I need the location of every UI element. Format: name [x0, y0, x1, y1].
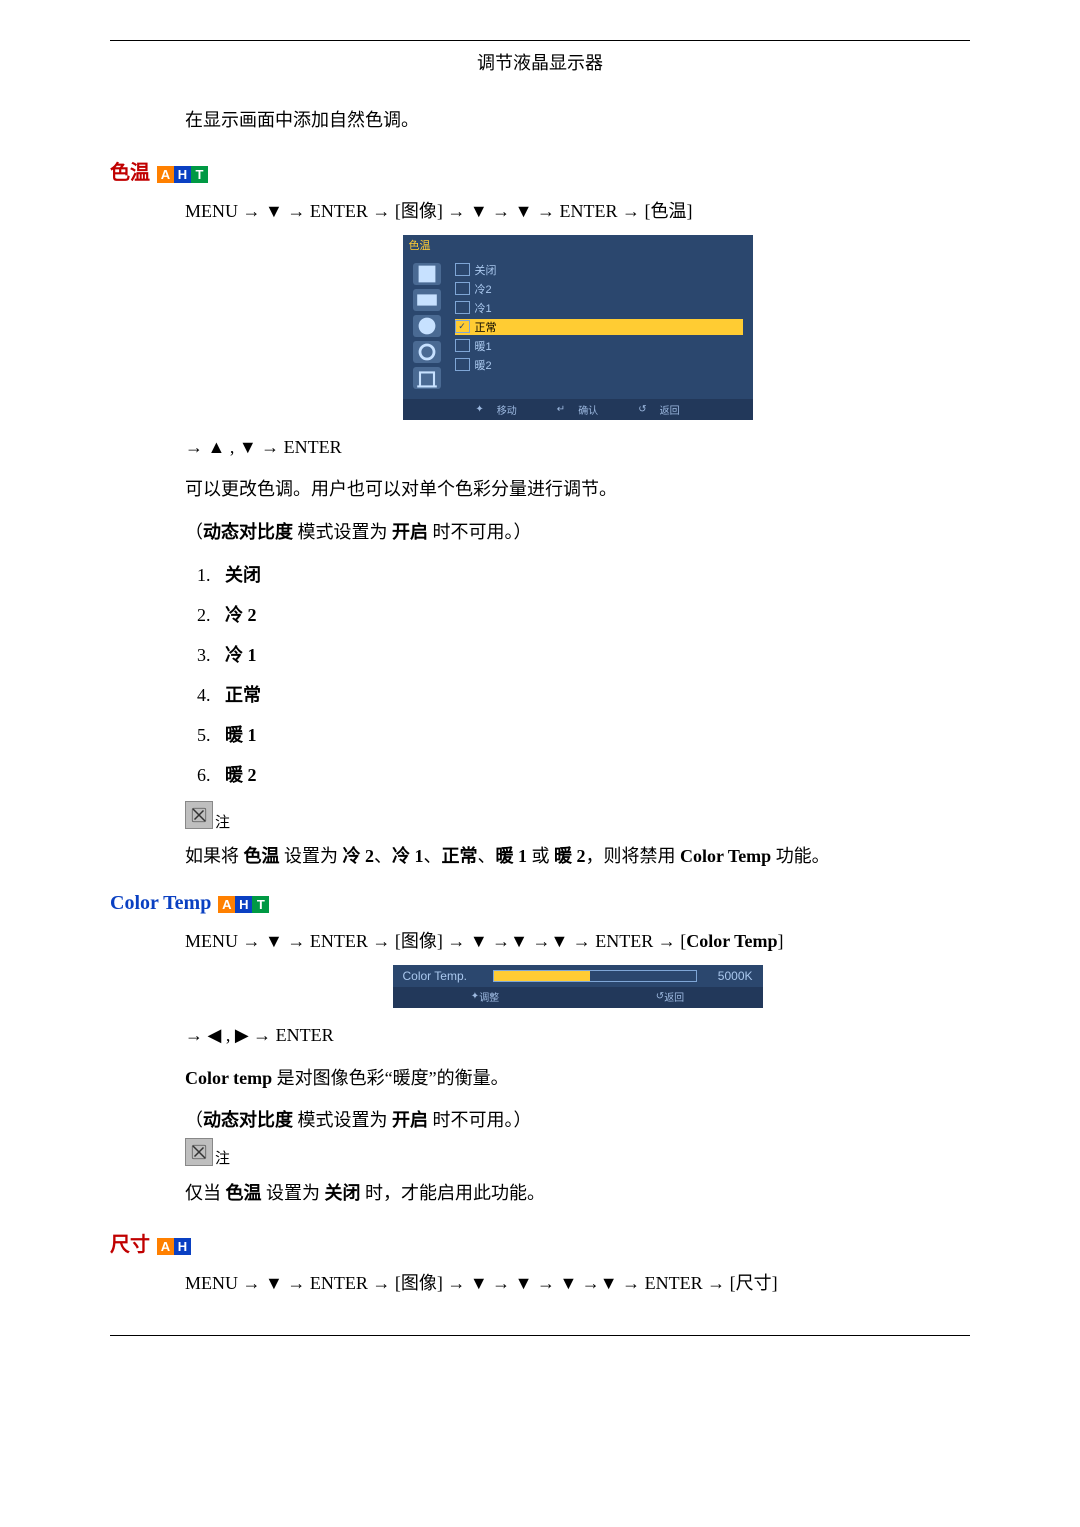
- section-title: 色温: [110, 162, 150, 184]
- move-icon: ✦: [471, 991, 479, 1002]
- page-header: 调节液晶显示器: [0, 49, 1080, 75]
- intro-text: 在显示画面中添加自然色调。: [185, 105, 970, 136]
- section-color-tone-heading: 色温 A H T: [110, 156, 970, 185]
- osd-tab-icon: [413, 341, 441, 363]
- badge-t-icon: T: [191, 166, 208, 183]
- menu-path-color-tone: MENU → ▼ → ENTER → [图像] → ▼ → ▼ → ENTER …: [185, 197, 970, 223]
- note-label: 注: [215, 1147, 230, 1168]
- mode-badges: A H T: [157, 166, 208, 183]
- nav-step: → ◀ , ▶ → ENTER: [185, 1020, 970, 1051]
- list-item: 冷 1: [215, 641, 970, 667]
- note-heading: 注: [185, 801, 970, 829]
- section-title: Color Temp: [110, 892, 211, 914]
- osd-slider-track: [493, 970, 697, 982]
- osd-option-selected: ✓正常: [455, 319, 743, 335]
- menu-path-size: MENU → ▼ → ENTER → [图像] → ▼ → ▼ → ▼ →▼ →…: [185, 1269, 970, 1295]
- badge-a-icon: A: [218, 896, 235, 913]
- color-tone-desc: 可以更改色调。用户也可以对单个色彩分量进行调节。: [185, 474, 970, 505]
- note-body: 仅当 色温 设置为 关闭 时，才能启用此功能。: [185, 1178, 970, 1209]
- list-item: 关闭: [215, 561, 970, 587]
- dynamic-contrast-note: （动态对比度 模式设置为 开启 时不可用。）: [185, 517, 970, 548]
- osd-tab-icon: [413, 367, 441, 389]
- osd-title: 色温: [403, 235, 753, 253]
- section-size-heading: 尺寸 A H: [110, 1228, 970, 1257]
- osd-option: 暖2: [455, 357, 743, 373]
- note-icon: [185, 1138, 213, 1166]
- list-item: 正常: [215, 681, 970, 707]
- osd-left-icons: [403, 253, 451, 399]
- enter-icon: ↵: [557, 404, 565, 415]
- osd-slider-color-temp: Color Temp. 5000K ✦调整 ↺返回: [393, 965, 763, 1008]
- osd-slider-label: Color Temp.: [403, 969, 493, 983]
- note-body: 如果将 色温 设置为 冷 2、冷 1、正常、暖 1 或 暖 2，则将禁用 Col…: [185, 841, 970, 872]
- badge-h-icon: H: [174, 1238, 191, 1255]
- section-color-temp-heading: Color Temp A H T: [110, 892, 970, 915]
- osd-tab-icon: [413, 289, 441, 311]
- note-label: 注: [215, 811, 230, 832]
- return-icon: ↺: [638, 404, 646, 415]
- badge-t-icon: T: [252, 896, 269, 913]
- osd-footer: ✦调整 ↺返回: [393, 987, 763, 1008]
- osd-option: 冷2: [455, 281, 743, 297]
- osd-option: 关闭: [455, 262, 743, 278]
- badge-h-icon: H: [235, 896, 252, 913]
- dynamic-contrast-note: （动态对比度 模式设置为 开启 时不可用。）: [185, 1105, 970, 1136]
- note-heading: 注: [185, 1138, 970, 1166]
- list-item: 冷 2: [215, 601, 970, 627]
- badge-a-icon: A: [157, 1238, 174, 1255]
- mode-badges: A H T: [218, 896, 269, 913]
- badge-a-icon: A: [157, 166, 174, 183]
- osd-options-list: 关闭 冷2 冷1 ✓正常 暖1 暖2: [451, 253, 753, 399]
- move-icon: ✦: [475, 404, 483, 415]
- osd-menu-color-tone: 色温 关闭 冷2 冷1 ✓正常 暖1 暖2: [403, 235, 753, 420]
- return-icon: ↺: [656, 991, 664, 1002]
- color-temp-desc: Color temp 是对图像色彩“暖度”的衡量。: [185, 1063, 970, 1094]
- osd-option: 冷1: [455, 300, 743, 316]
- color-tone-options-list: 关闭 冷 2 冷 1 正常 暖 1 暖 2: [185, 561, 970, 787]
- note-icon: [185, 801, 213, 829]
- osd-footer: ✦移动 ↵确认 ↺返回: [403, 399, 753, 420]
- badge-h-icon: H: [174, 166, 191, 183]
- osd-tab-icon: [413, 263, 441, 285]
- menu-path-color-temp: MENU → ▼ → ENTER → [图像] → ▼ →▼ →▼ → ENTE…: [185, 927, 970, 953]
- nav-step: → ▲ , ▼ → ENTER: [185, 432, 970, 463]
- osd-option: 暖1: [455, 338, 743, 354]
- section-title: 尺寸: [110, 1234, 150, 1256]
- list-item: 暖 1: [215, 721, 970, 747]
- list-item: 暖 2: [215, 761, 970, 787]
- osd-tab-icon: [413, 315, 441, 337]
- osd-slider-value: 5000K: [697, 969, 753, 983]
- mode-badges: A H: [157, 1238, 191, 1255]
